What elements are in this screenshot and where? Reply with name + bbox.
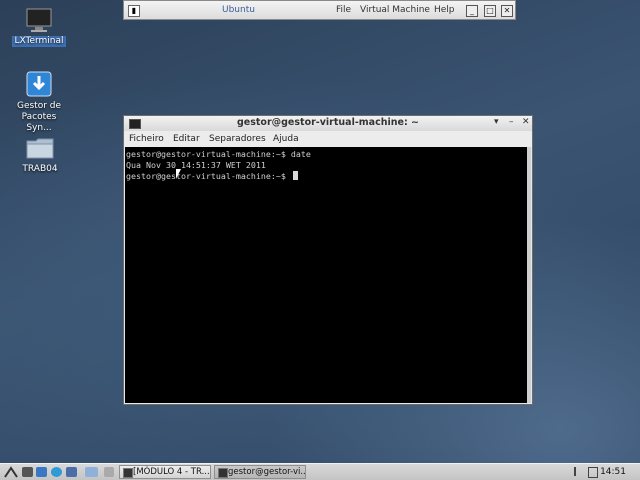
desktop-icon-synaptic[interactable]: Gestor de Pacotes Syn... [0, 71, 78, 134]
terminal-titlebar[interactable]: gestor@gestor-virtual-machine: ~ ▾ – ✕ [124, 116, 532, 131]
terminal-icon [218, 468, 228, 478]
desktop-icon-label: Gestor de Pacotes Syn... [16, 101, 62, 133]
maximize-button[interactable]: □ [484, 5, 496, 17]
home-folder-icon[interactable] [36, 467, 47, 477]
menu-virtual-machine[interactable]: Virtual Machine [360, 5, 430, 15]
menu-ajuda[interactable]: Ajuda [273, 134, 299, 144]
download-package-icon [26, 71, 52, 97]
desktop-icon-label: TRAB04 [22, 164, 58, 174]
desktop-icon-lxterminal[interactable]: LXTerminal [0, 8, 78, 47]
minimize-button[interactable]: – [509, 117, 514, 127]
terminal-prompt-line: gestor@gestor-virtual-machine:~$ [126, 171, 527, 182]
task-label: gestor@gestor-vi... [228, 467, 306, 477]
menu-file[interactable]: File [336, 5, 351, 15]
workspace-2-icon[interactable] [104, 467, 114, 477]
terminal-line: gestor@gestor-virtual-machine:~$ date [126, 149, 311, 159]
clock[interactable]: 14:51 [600, 467, 626, 477]
volume-icon[interactable] [574, 467, 586, 476]
network-icon[interactable] [588, 467, 598, 478]
task-label: [MÓDULO 4 - TR... [133, 467, 210, 477]
scrollbar[interactable] [527, 147, 531, 403]
terminal-line: Qua Nov 30 14:51:37 WET 2011 [126, 160, 266, 170]
vm-title: Ubuntu [222, 5, 255, 15]
task-terminal[interactable]: gestor@gestor-vi... [214, 465, 306, 479]
minimize-button[interactable]: _ [466, 5, 478, 17]
desktop-icon-label: LXTerminal [12, 36, 66, 47]
workspace-icon[interactable] [66, 467, 77, 477]
mouse-pointer-icon [176, 169, 186, 179]
browser-icon[interactable] [51, 467, 62, 477]
task-modulo4[interactable]: [MÓDULO 4 - TR... [119, 465, 211, 479]
document-icon [123, 468, 133, 478]
menu-separadores[interactable]: Separadores [209, 134, 266, 144]
terminal-line: gestor@gestor-virtual-machine:~$ [126, 171, 291, 181]
menu-ficheiro[interactable]: Ficheiro [129, 134, 164, 144]
desktop-icon-trab04[interactable]: TRAB04 [1, 136, 79, 175]
file-manager-icon[interactable] [22, 467, 33, 477]
vm-window-bar: ▮ Ubuntu File Virtual Machine Help _ □ ✕ [123, 0, 516, 20]
close-button[interactable]: ✕ [522, 117, 530, 127]
desktop-switcher-icon[interactable] [85, 467, 98, 477]
menu-editar[interactable]: Editar [173, 134, 200, 144]
taskbar: [MÓDULO 4 - TR... gestor@gestor-vi... 14… [0, 463, 640, 480]
folder-icon [26, 138, 54, 159]
terminal-title: gestor@gestor-virtual-machine: ~ [236, 117, 420, 128]
window-menu-button[interactable]: ▾ [494, 117, 499, 127]
pin-icon[interactable]: ▮ [128, 5, 140, 17]
terminal-window: gestor@gestor-virtual-machine: ~ ▾ – ✕ F… [123, 115, 533, 405]
menu-help[interactable]: Help [434, 5, 455, 15]
terminal-menubar: Ficheiro Editar Separadores Ajuda [124, 131, 532, 147]
terminal-screen[interactable]: gestor@gestor-virtual-machine:~$ date Qu… [125, 147, 527, 403]
terminal-icon [26, 8, 52, 32]
menu-launcher-icon[interactable] [3, 466, 19, 478]
text-cursor [292, 171, 298, 180]
close-button[interactable]: ✕ [501, 5, 513, 17]
